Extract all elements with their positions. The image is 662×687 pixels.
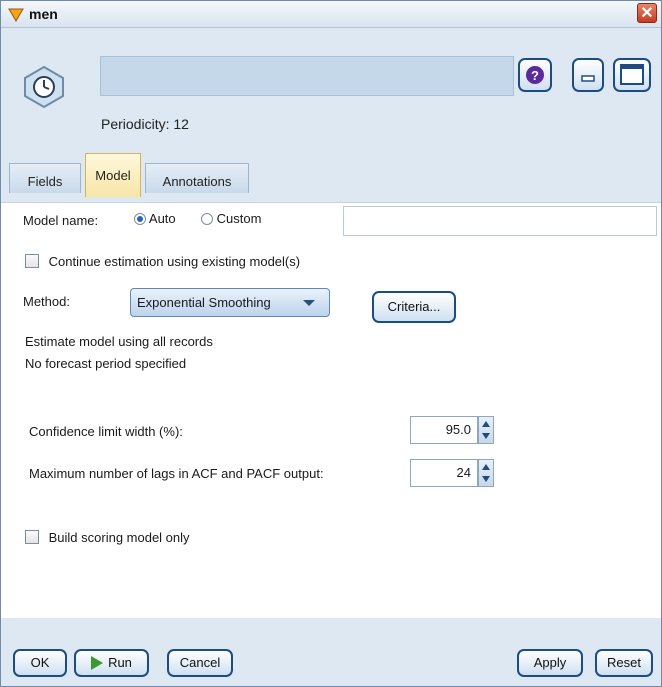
tab-fields[interactable]: Fields: [9, 163, 81, 193]
apply-button[interactable]: Apply: [517, 649, 583, 677]
method-dropdown-value: Exponential Smoothing: [137, 295, 271, 310]
auto-radio[interactable]: [134, 213, 146, 225]
up-arrow-icon[interactable]: [482, 464, 490, 470]
down-arrow-icon[interactable]: [482, 476, 490, 482]
custom-radio-label: Custom: [216, 211, 262, 226]
scoring-checkbox-row[interactable]: Build scoring model only: [25, 530, 190, 545]
time-series-node-icon: [24, 65, 64, 109]
tab-model[interactable]: Model: [85, 153, 141, 197]
method-dropdown[interactable]: Exponential Smoothing: [130, 288, 330, 317]
scoring-label: Build scoring model only: [48, 530, 190, 545]
auto-radio-label: Auto: [148, 211, 176, 226]
custom-radio-group[interactable]: Custom: [201, 211, 261, 226]
lags-value[interactable]: 24: [410, 459, 478, 487]
run-button[interactable]: Run: [74, 649, 149, 677]
title-bar[interactable]: men ✕: [1, 1, 661, 28]
lags-spinner[interactable]: 24: [410, 459, 494, 487]
run-label: Run: [108, 655, 132, 670]
periodicity-label: Periodicity: 12: [101, 116, 189, 132]
auto-radio-group[interactable]: Auto: [134, 211, 176, 226]
continue-estimation-checkbox[interactable]: [25, 254, 39, 268]
chevron-down-icon: [303, 300, 315, 306]
confidence-value[interactable]: 95.0: [410, 416, 478, 444]
play-icon: [91, 656, 104, 670]
method-label: Method:: [23, 294, 70, 309]
cancel-button[interactable]: Cancel: [167, 649, 233, 677]
confidence-stepper[interactable]: [478, 416, 494, 444]
minimize-icon: [581, 75, 595, 82]
ok-button[interactable]: OK: [13, 649, 67, 677]
custom-radio[interactable]: [201, 213, 213, 225]
maximize-icon: [620, 64, 644, 85]
up-arrow-icon[interactable]: [482, 421, 490, 427]
continue-estimation-checkbox-row[interactable]: Continue estimation using existing model…: [25, 254, 300, 269]
model-name-input[interactable]: [343, 206, 657, 236]
maximize-button[interactable]: [613, 58, 651, 92]
tab-annotations[interactable]: Annotations: [145, 163, 249, 193]
node-diamond-icon: [8, 8, 24, 22]
tab-bar: Fields Model Annotations: [1, 151, 661, 203]
minimize-button[interactable]: [572, 58, 604, 92]
close-button[interactable]: ✕: [637, 3, 657, 23]
reset-button[interactable]: Reset: [595, 649, 653, 677]
window-title: men: [29, 6, 58, 22]
model-name-label: Model name:: [23, 213, 99, 228]
info-forecast: No forecast period specified: [25, 356, 187, 371]
info-records: Estimate model using all records: [25, 334, 213, 349]
down-arrow-icon[interactable]: [482, 433, 490, 439]
lags-label: Maximum number of lags in ACF and PACF o…: [29, 466, 324, 481]
scoring-checkbox[interactable]: [25, 530, 39, 544]
node-name-field[interactable]: [100, 56, 514, 96]
lags-stepper[interactable]: [478, 459, 494, 487]
continue-estimation-label: Continue estimation using existing model…: [48, 254, 301, 269]
confidence-label: Confidence limit width (%):: [29, 424, 183, 439]
help-button[interactable]: ?: [518, 58, 552, 92]
svg-text:?: ?: [531, 68, 539, 83]
confidence-spinner[interactable]: 95.0: [410, 416, 494, 444]
criteria-button[interactable]: Criteria...: [372, 291, 456, 323]
dialog-window: men ✕ ? Periodicity: 12 Fields Model Ann…: [0, 0, 662, 687]
help-icon: ?: [526, 66, 544, 84]
